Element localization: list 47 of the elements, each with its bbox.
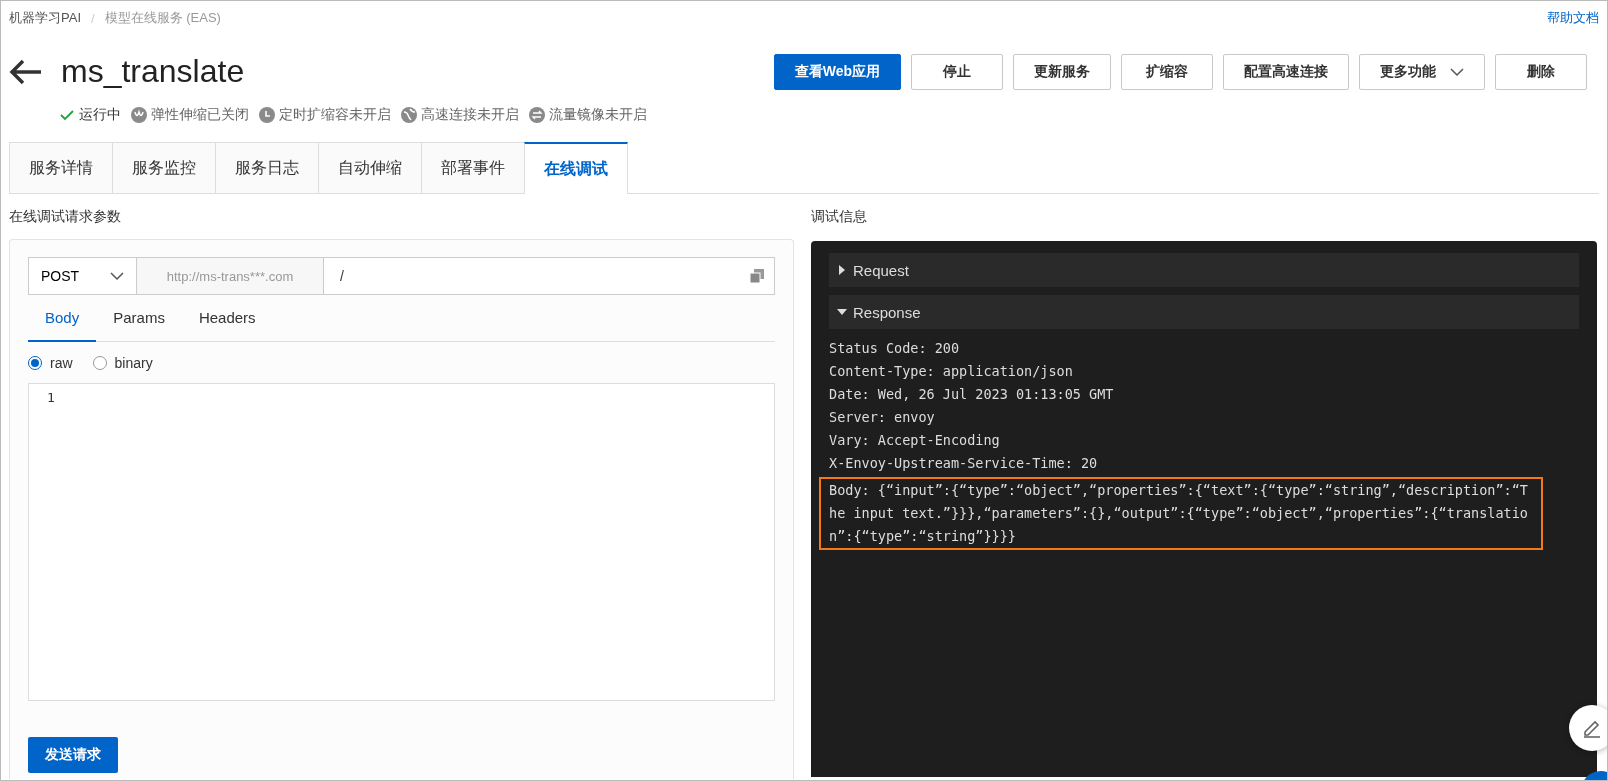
action-button[interactable]: 查看Web应用: [773, 53, 901, 90]
caret-icon: [1450, 66, 1464, 77]
status-label: 流量镜像未开启: [549, 106, 647, 124]
tab[interactable]: 自动伸缩: [318, 142, 422, 193]
collapsible-header[interactable]: Response: [829, 295, 1579, 329]
response-line: X-Envoy-Upstream-Service-Time: 20: [829, 454, 1099, 473]
section-heading: 调试信息: [811, 207, 868, 226]
action-button[interactable]: 扩缩容: [1121, 53, 1213, 90]
page-title: ms_translate: [61, 53, 245, 90]
action-button[interactable]: 删除: [1495, 53, 1587, 90]
status-label: 运行中: [79, 106, 121, 124]
line-number: 1: [47, 390, 56, 405]
breadcrumb-link[interactable]: 机器学习PAI: [9, 9, 81, 27]
response-line: Status Code: 200: [829, 339, 961, 358]
action-button[interactable]: 配置高速连接: [1223, 53, 1349, 90]
tab[interactable]: 服务详情: [9, 142, 113, 193]
tab[interactable]: Params: [96, 297, 182, 342]
status-label: 高速连接未开启: [421, 106, 519, 124]
tab[interactable]: 服务监控: [112, 142, 216, 193]
tab[interactable]: Headers: [181, 297, 273, 342]
help-link[interactable]: 帮助文档: [1547, 9, 1599, 27]
tab[interactable]: 部署事件: [421, 142, 525, 193]
clock-icon: [259, 107, 275, 123]
radio-option[interactable]: raw: [28, 355, 73, 371]
status-label: 弹性伸缩已关闭: [151, 106, 249, 124]
wave-icon: [131, 107, 147, 123]
response-line: Server: envoy: [829, 408, 936, 427]
tab[interactable]: Body: [28, 297, 97, 342]
breadcrumb-separator: /: [91, 10, 95, 26]
response-line: Date: Wed, 26 Jul 2023 01:13:05 GMT: [829, 385, 1115, 404]
tab[interactable]: 服务日志: [215, 142, 319, 193]
back-arrow-icon[interactable]: [9, 58, 43, 85]
tab[interactable]: 在线调试: [524, 142, 628, 194]
response-line: Vary: Accept-Encoding: [829, 431, 1001, 450]
action-button[interactable]: 停止: [911, 53, 1003, 90]
send-button[interactable]: 发送请求: [28, 737, 118, 773]
response-line: Content-Type: application/json: [829, 362, 1074, 381]
dropdown-button[interactable]: 更多功能: [1359, 53, 1485, 90]
check-icon: [59, 107, 75, 123]
code-editor[interactable]: 1: [28, 383, 775, 701]
response-body: Body: {“input”:{“type”:“object”,“properties”:{“text”:{“type”:“string”,“description”:“The input text.”}}},“parameters”:{},“output”:{“type”:“object”,“properties”:{“translation”:{“type”:“string”}}}}: [819, 477, 1543, 550]
arrows-icon: [529, 107, 545, 123]
collapsible-header[interactable]: Request: [829, 253, 1579, 287]
action-button[interactable]: 更新服务: [1013, 53, 1111, 90]
section-heading: 在线调试请求参数: [9, 207, 122, 226]
status-label: 定时扩缩容未开启: [279, 106, 391, 124]
radio-option[interactable]: binary: [92, 355, 153, 371]
